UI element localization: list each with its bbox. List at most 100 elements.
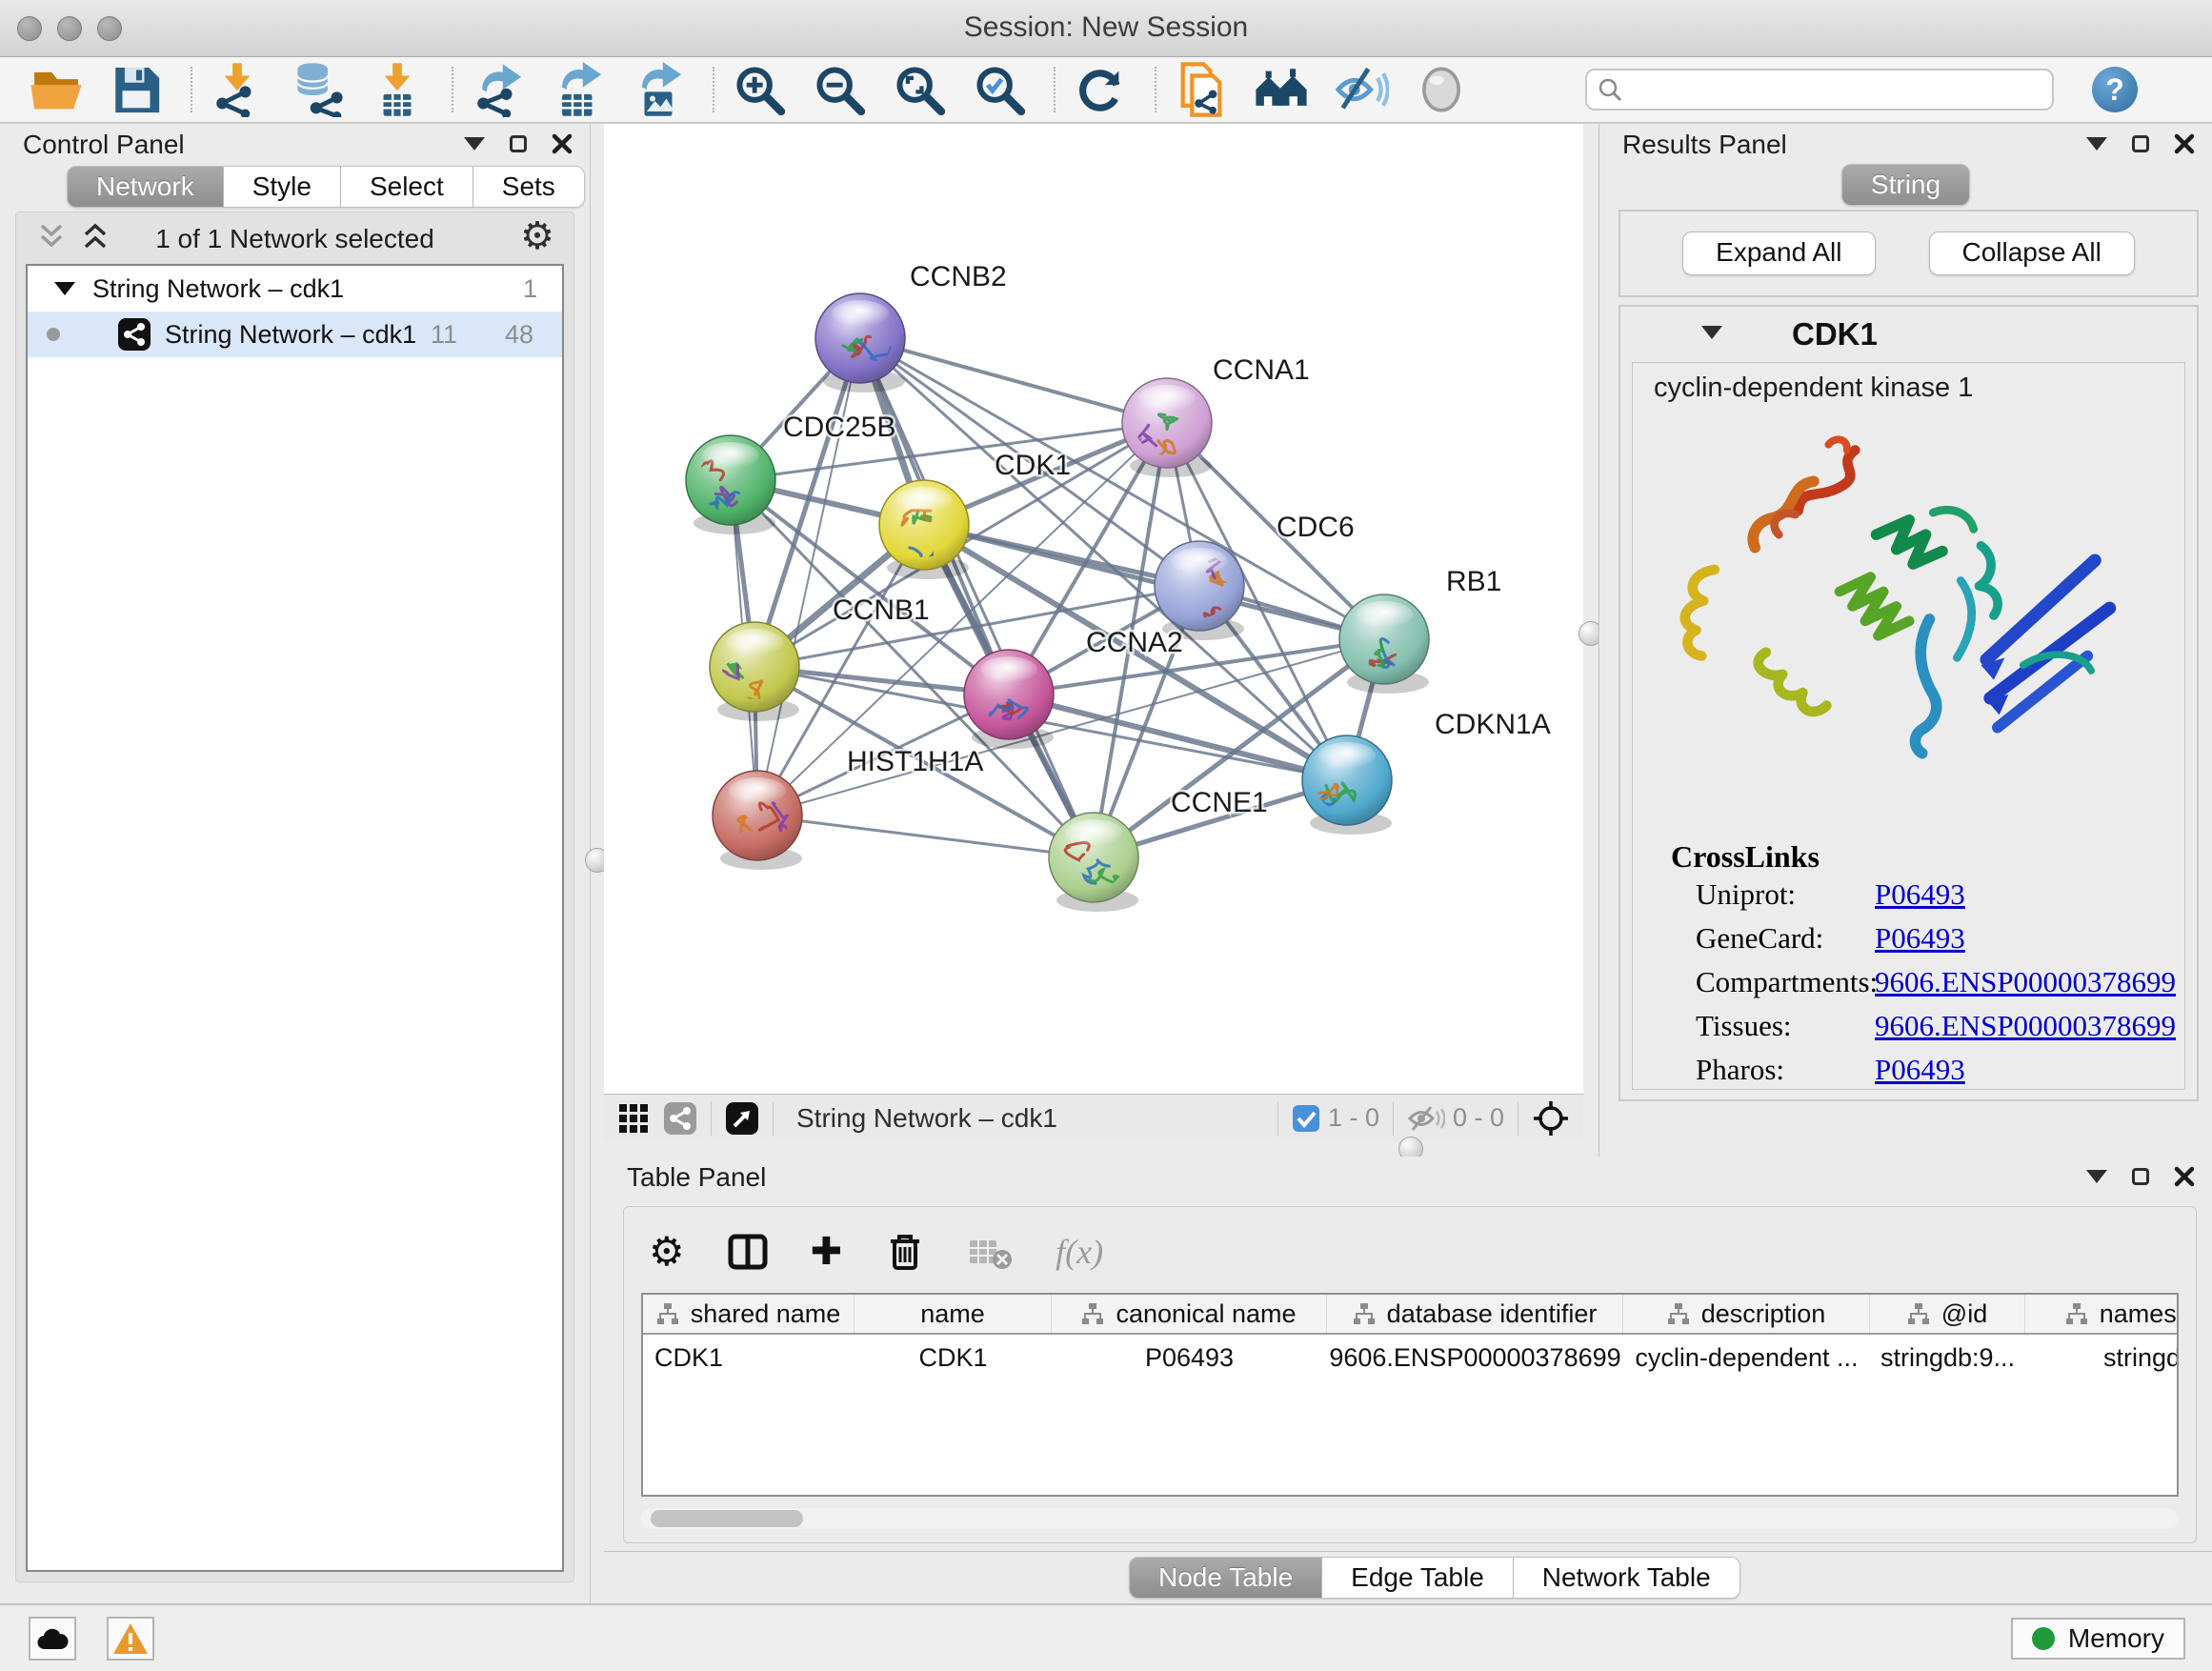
table-panel-header: Table Panel — [604, 1157, 2212, 1198]
left-splitter[interactable] — [591, 124, 604, 1603]
help-button[interactable]: ? — [2092, 67, 2138, 112]
export-network-icon[interactable] — [471, 62, 526, 117]
network-collection-row[interactable]: String Network – cdk1 1 — [28, 266, 562, 312]
clone-network-icon[interactable] — [1174, 62, 1229, 117]
birds-eye-view-icon[interactable] — [617, 1102, 650, 1135]
zoom-selected-icon[interactable] — [972, 62, 1027, 117]
network-node-RB1[interactable]: RB1 — [1339, 566, 1501, 694]
search-input[interactable] — [1623, 75, 2023, 105]
zoom-in-icon[interactable] — [732, 62, 787, 117]
detach-view-icon[interactable] — [725, 1101, 759, 1136]
network-options-gear-icon[interactable]: ⚙ — [520, 214, 554, 258]
create-column-icon[interactable]: ✚ — [811, 1230, 843, 1274]
network-selection-status: 1 of 1 Network selected — [16, 224, 573, 254]
warnings-button[interactable] — [107, 1617, 154, 1661]
network-row[interactable]: String Network – cdk1 11 48 — [28, 312, 562, 357]
panel-menu-icon[interactable] — [2086, 137, 2107, 151]
fit-selected-crosshair-icon[interactable] — [1532, 1099, 1570, 1137]
control-panel-title: Control Panel — [23, 130, 185, 160]
node-table[interactable]: shared namenamecanonical namedatabase id… — [641, 1293, 2179, 1497]
collection-expand-icon[interactable] — [54, 282, 75, 295]
control-panel-tabs: NetworkStyleSelectSets — [67, 166, 585, 208]
tab-node-table[interactable]: Node Table — [1129, 1557, 1322, 1599]
node-label-CDKN1A: CDKN1A — [1435, 709, 1551, 740]
column-header-canonical-name[interactable]: canonical name — [1052, 1295, 1327, 1333]
import-network-icon[interactable] — [210, 62, 265, 117]
gene-collapse-icon[interactable] — [1701, 326, 1722, 339]
toolbar-separator — [773, 1101, 774, 1136]
title-bar[interactable]: Session: New Session — [0, 0, 2212, 57]
export-table-icon[interactable] — [551, 62, 606, 117]
save-session-icon[interactable] — [109, 62, 164, 117]
crosslink-uniprot-link[interactable]: P06493 — [1875, 877, 1965, 912]
import-table-icon[interactable] — [370, 62, 425, 117]
hide-unhide-icon[interactable] — [1334, 62, 1389, 117]
table-scrollbar-thumb[interactable] — [651, 1510, 803, 1527]
edge-CCNE1-HIST1H1A[interactable] — [757, 815, 1094, 857]
zoom-out-icon[interactable] — [812, 62, 867, 117]
delete-column-icon[interactable] — [884, 1231, 926, 1273]
table-gear-icon[interactable]: ⚙ — [649, 1228, 685, 1275]
crosslink-tissues-link[interactable]: 9606.ENSP00000378699 — [1875, 1009, 2176, 1043]
column-header-name[interactable]: name — [855, 1295, 1052, 1333]
network-node-CCNB2[interactable]: CCNB2 — [815, 261, 1007, 393]
table-horizontal-scrollbar[interactable] — [641, 1508, 2179, 1529]
edge-CCNB2-HIST1H1A[interactable] — [757, 338, 860, 815]
collapse-all-button[interactable]: Collapse All — [1929, 232, 2135, 275]
bottom-splitter[interactable] — [604, 1141, 1583, 1157]
expand-all-button[interactable]: Expand All — [1682, 232, 1875, 275]
panel-menu-icon[interactable] — [2086, 1170, 2107, 1183]
export-image-icon[interactable] — [631, 62, 686, 117]
refresh-icon[interactable] — [1073, 62, 1128, 117]
network-node-CCNE1[interactable]: CCNE1 — [1049, 787, 1268, 912]
column-header-database-identifier[interactable]: database identifier — [1327, 1295, 1623, 1333]
tab-sets[interactable]: Sets — [473, 166, 585, 208]
crosslink-row: GeneCard:P06493 — [1696, 921, 1823, 956]
panel-close-icon[interactable] — [2174, 1166, 2195, 1187]
panel-menu-icon[interactable] — [464, 137, 485, 151]
gene-description: cyclin-dependent kinase 1 — [1654, 372, 1973, 404]
right-splitter[interactable] — [1583, 124, 1599, 1157]
column-header-label: @id — [1941, 1299, 1987, 1329]
panel-close-icon[interactable] — [552, 133, 573, 154]
toolbar-separator — [1277, 1101, 1278, 1136]
zoom-fit-icon[interactable] — [892, 62, 947, 117]
tab-style[interactable]: Style — [224, 166, 341, 208]
cloud-status-button[interactable] — [29, 1617, 76, 1661]
delete-table-icon — [968, 1233, 1014, 1271]
column-hierarchy-icon — [1907, 1302, 1930, 1325]
network-node-CCNA1[interactable]: CCNA1 — [1122, 354, 1310, 477]
tab-network-table[interactable]: Network Table — [1514, 1557, 1740, 1599]
column-hierarchy-icon — [656, 1302, 679, 1325]
panel-float-icon[interactable] — [2132, 1168, 2149, 1185]
show-columns-icon[interactable] — [727, 1231, 769, 1273]
table-row[interactable]: CDK1CDK1P064939606.ENSP00000378699cyclin… — [643, 1335, 2177, 1380]
network-canvas[interactable]: CCNB2CCNA1CDC25BCDK1CDC6RB1CCNB1CCNA2CDK… — [604, 124, 1583, 1094]
column-hierarchy-icon — [1353, 1302, 1376, 1325]
open-session-icon[interactable] — [29, 62, 84, 117]
selected-checkbox-icon[interactable] — [1292, 1104, 1320, 1133]
hidden-eye-icon[interactable] — [1407, 1104, 1445, 1133]
crosslink-label: GeneCard: — [1696, 921, 1823, 955]
crosslink-pharos-link[interactable]: P06493 — [1875, 1053, 1965, 1087]
tab-edge-table[interactable]: Edge Table — [1322, 1557, 1514, 1599]
panel-close-icon[interactable] — [2174, 133, 2195, 154]
tab-select[interactable]: Select — [341, 166, 473, 208]
column-header-description[interactable]: description — [1623, 1295, 1870, 1333]
crosslink-genecard-link[interactable]: P06493 — [1875, 921, 1965, 956]
tab-string[interactable]: String — [1841, 164, 1970, 206]
network-node-CDKN1A[interactable]: CDKN1A — [1302, 709, 1551, 835]
tab-network[interactable]: Network — [67, 166, 224, 208]
import-database-icon[interactable] — [290, 62, 345, 117]
crosslink-compartments-link[interactable]: 9606.ENSP00000378699 — [1875, 965, 2176, 999]
column-header-@id[interactable]: @id — [1870, 1295, 2025, 1333]
memory-button[interactable]: Memory — [2011, 1618, 2185, 1660]
show-graphics-icon[interactable] — [1414, 62, 1469, 117]
panel-float-icon[interactable] — [510, 135, 527, 152]
home-icon[interactable] — [1254, 62, 1309, 117]
column-header-shared-name[interactable]: shared name — [643, 1295, 855, 1333]
panel-float-icon[interactable] — [2132, 135, 2149, 152]
gene-header[interactable]: CDK1 — [1620, 307, 2197, 362]
column-header-namespace[interactable]: namespace — [2025, 1295, 2179, 1333]
workspace: Control Panel NetworkStyleSelectSets — [0, 124, 2212, 1603]
